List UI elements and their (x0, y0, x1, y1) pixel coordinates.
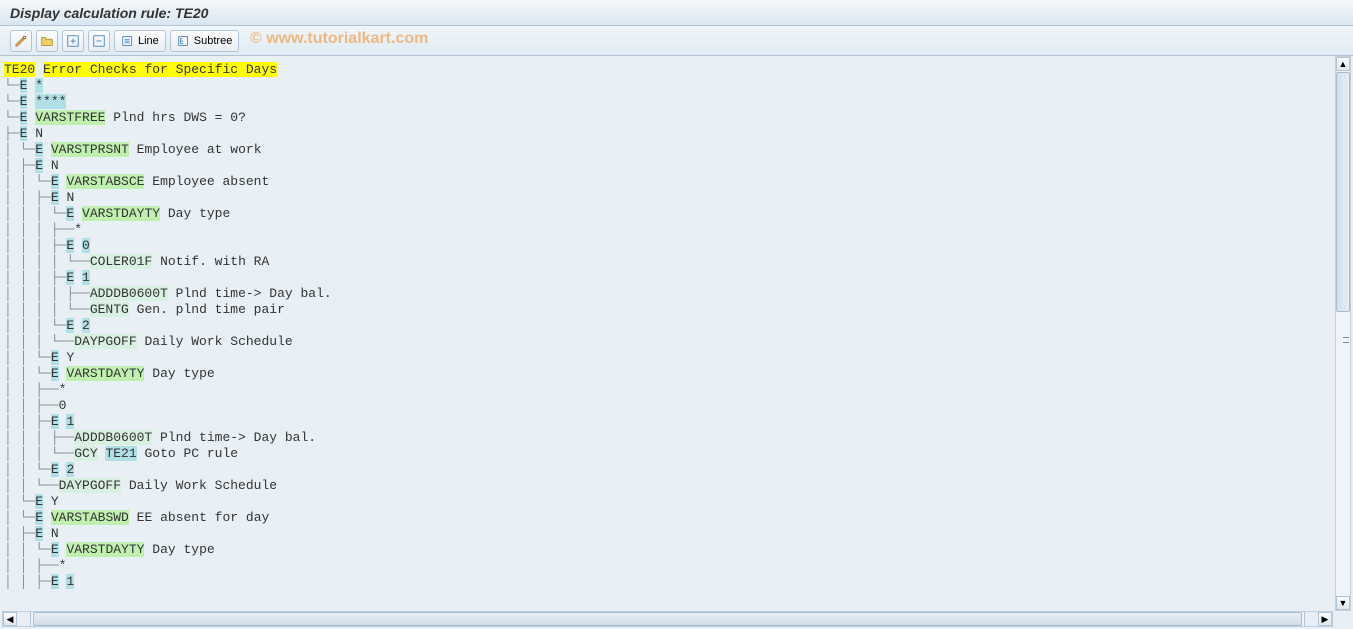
tree-node[interactable]: │ │ └─E 2 (4, 462, 1349, 478)
tree-node[interactable]: │ │ └──DAYPGOFF Daily Work Schedule (4, 478, 1349, 494)
tree-node[interactable]: └─E VARSTFREE Plnd hrs DWS = 0? (4, 110, 1349, 126)
tree-node[interactable]: │ │ │ └──DAYPGOFF Daily Work Schedule (4, 334, 1349, 350)
tree-node[interactable]: │ │ ├──* (4, 382, 1349, 398)
collapse-icon (92, 34, 106, 48)
scroll-split-right[interactable] (1304, 612, 1318, 626)
subtree-icon (177, 34, 191, 48)
tree-node[interactable]: │ │ ├──* (4, 558, 1349, 574)
other-object-button[interactable] (36, 30, 58, 52)
subtree-button[interactable]: Subtree (170, 30, 240, 52)
page-title: Display calculation rule: TE20 (10, 5, 208, 21)
expand-icon (66, 34, 80, 48)
tree-node[interactable]: │ │ │ │ └──GENTG Gen. plnd time pair (4, 302, 1349, 318)
window-header: Display calculation rule: TE20 (0, 0, 1353, 26)
subtree-button-label: Subtree (194, 35, 233, 47)
tree-node[interactable]: │ │ │ ├──ADDDB0600T Plnd time-> Day bal. (4, 430, 1349, 446)
scroll-thumb-horizontal[interactable] (33, 612, 1302, 626)
tree-node[interactable]: │ │ │ └─E 2 (4, 318, 1349, 334)
scroll-down-button[interactable]: ▼ (1336, 596, 1350, 610)
root-desc: Error Checks for Specific Days (43, 62, 277, 77)
tree-node[interactable]: │ ├─E N (4, 526, 1349, 542)
scroll-split-left[interactable] (17, 612, 31, 626)
tree-node[interactable]: │ └─E VARSTABSWD EE absent for day (4, 510, 1349, 526)
tree-node[interactable]: │ └─E VARSTPRSNT Employee at work (4, 142, 1349, 158)
tree-node[interactable]: │ │ │ └─E VARSTDAYTY Day type (4, 206, 1349, 222)
vertical-scrollbar[interactable]: ▲ ▼ (1335, 56, 1351, 611)
tree-node[interactable]: │ │ ├─E 1 (4, 414, 1349, 430)
toolbar: Line Subtree © www.tutorialkart.com (0, 26, 1353, 56)
tree-node[interactable]: │ │ └─E VARSTABSCE Employee absent (4, 174, 1349, 190)
tree-node[interactable]: └─E **** (4, 94, 1349, 110)
tree-node[interactable]: │ │ ├─E 1 (4, 574, 1349, 590)
tree-node[interactable]: │ │ │ │ ├──ADDDB0600T Plnd time-> Day ba… (4, 286, 1349, 302)
tree-node[interactable]: │ └─E Y (4, 494, 1349, 510)
watermark-text: © www.tutorialkart.com (250, 30, 428, 48)
tree-root[interactable]: TE20 Error Checks for Specific Days (4, 62, 1349, 78)
tree-node[interactable]: └─E * (4, 78, 1349, 94)
tree-node[interactable]: │ │ └─E VARSTDAYTY Day type (4, 542, 1349, 558)
tree-node[interactable]: │ │ │ ├──* (4, 222, 1349, 238)
tree-node[interactable]: │ │ └─E VARSTDAYTY Day type (4, 366, 1349, 382)
line-icon (121, 34, 135, 48)
toggle-display-button[interactable] (10, 30, 32, 52)
scroll-thumb-vertical[interactable] (1336, 72, 1350, 312)
tree-node[interactable]: │ │ ├──0 (4, 398, 1349, 414)
tree-node[interactable]: │ ├─E N (4, 158, 1349, 174)
collapse-button[interactable] (88, 30, 110, 52)
tree-node[interactable]: │ │ │ │ └──COLER01F Notif. with RA (4, 254, 1349, 270)
line-button-label: Line (138, 35, 159, 47)
tree-node[interactable]: │ │ └─E Y (4, 350, 1349, 366)
tree-node[interactable]: │ │ │ ├─E 0 (4, 238, 1349, 254)
pencil-glasses-icon (14, 34, 28, 48)
scroll-left-button[interactable]: ◀ (3, 612, 17, 626)
root-code: TE20 (4, 62, 35, 77)
tree-node[interactable]: │ │ │ └──GCY TE21 Goto PC rule (4, 446, 1349, 462)
tree-node[interactable]: │ │ ├─E N (4, 190, 1349, 206)
scroll-nub-icon (1343, 337, 1349, 343)
tree-node[interactable]: ├─E N (4, 126, 1349, 142)
scroll-right-button[interactable]: ▶ (1318, 612, 1332, 626)
tree-content: TE20 Error Checks for Specific Days └─E … (0, 56, 1353, 611)
line-button[interactable]: Line (114, 30, 166, 52)
tree-node[interactable]: │ │ │ ├─E 1 (4, 270, 1349, 286)
scroll-up-button[interactable]: ▲ (1336, 57, 1350, 71)
horizontal-scrollbar[interactable]: ◀ ▶ (2, 611, 1333, 627)
folder-icon (40, 34, 54, 48)
expand-button[interactable] (62, 30, 84, 52)
